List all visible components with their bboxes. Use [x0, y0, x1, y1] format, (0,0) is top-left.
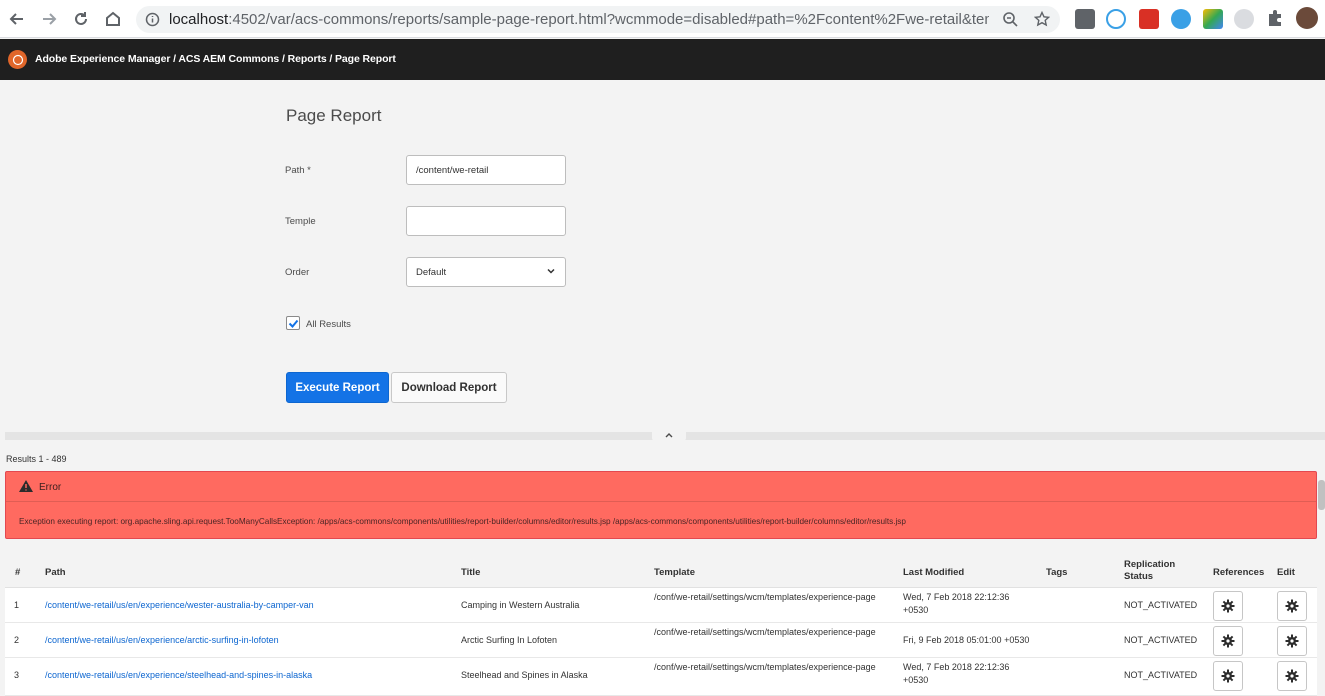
references-button[interactable] [1213, 591, 1243, 621]
checkmark-icon [288, 319, 298, 328]
gear-icon [1285, 634, 1299, 648]
url-text[interactable]: localhost:4502/var/acs-commons/reports/s… [169, 11, 989, 28]
row-num: 2 [14, 635, 20, 645]
path-input-value: /content/we-retail [416, 165, 489, 176]
aem-header: Adobe Experience Manager / ACS AEM Commo… [0, 39, 1325, 80]
execute-report-button[interactable]: Execute Report [286, 372, 389, 403]
row-template: /conf/we-retail/settings/wcm/templates/e… [654, 592, 876, 602]
chevron-up-icon [665, 432, 673, 437]
breadcrumb[interactable]: Adobe Experience Manager / ACS AEM Commo… [35, 53, 396, 65]
gear-icon [1285, 599, 1299, 613]
row-status: NOT_ACTIVATED [1124, 670, 1198, 680]
info-icon[interactable] [145, 12, 160, 32]
row-last-modified: Wed, 7 Feb 2018 22:12:36 +0530 [903, 592, 1010, 615]
all-results-label[interactable]: All Results [306, 319, 351, 330]
browser-toolbar: localhost:4502/var/acs-commons/reports/s… [0, 0, 1325, 38]
row-template: /conf/we-retail/settings/wcm/templates/e… [654, 627, 876, 637]
all-results-checkbox[interactable] [286, 316, 300, 330]
gear-icon [1285, 669, 1299, 683]
collapse-handle[interactable] [652, 428, 686, 441]
gear-icon [1221, 669, 1235, 683]
row-num: 3 [14, 670, 20, 680]
row-last-modified: Fri, 9 Feb 2018 05:01:00 +0530 [903, 635, 1030, 645]
zoom-icon[interactable] [1002, 11, 1018, 32]
extension-bug-icon[interactable] [1171, 9, 1191, 29]
extension-s-icon[interactable] [1075, 9, 1095, 29]
error-title: Error [39, 482, 62, 493]
header-template[interactable]: Template [654, 567, 695, 578]
scrollbar-thumb[interactable] [1318, 480, 1325, 510]
bookmark-star-icon[interactable] [1033, 10, 1051, 32]
references-button[interactable] [1213, 661, 1243, 691]
row-path-link[interactable]: /content/we-retail/us/en/experience/west… [45, 600, 314, 610]
row-path-link[interactable]: /content/we-retail/us/en/experience/stee… [45, 670, 312, 680]
header-replication-status[interactable]: Replication Status [1124, 559, 1194, 583]
profile-avatar[interactable] [1296, 7, 1318, 29]
row-template: /conf/we-retail/settings/wcm/templates/e… [654, 662, 876, 672]
header-path[interactable]: Path [45, 567, 66, 578]
extension-search-icon[interactable] [1106, 9, 1126, 29]
row-last-modified: Wed, 7 Feb 2018 22:12:36 +0530 [903, 662, 1010, 685]
header-num: # [15, 567, 21, 578]
row-title: Steelhead and Spines in Alaska [461, 670, 588, 680]
order-select-value: Default [416, 266, 447, 278]
row-status: NOT_ACTIVATED [1124, 635, 1198, 645]
header-references: References [1213, 567, 1265, 578]
error-alert: Error Exception executing report: org.ap… [5, 471, 1317, 539]
order-label: Order [285, 267, 310, 278]
row-path-link[interactable]: /content/we-retail/us/en/experience/arct… [45, 635, 279, 645]
references-button[interactable] [1213, 626, 1243, 656]
row-title: Arctic Surfing In Lofoten [461, 635, 558, 645]
extension-drive-icon[interactable] [1203, 9, 1223, 29]
template-label: Temple [285, 216, 316, 227]
path-input[interactable]: /content/we-retail [406, 155, 566, 185]
forward-icon[interactable] [38, 8, 60, 30]
order-select[interactable]: Default [406, 257, 566, 287]
edit-button[interactable] [1277, 591, 1307, 621]
download-report-button[interactable]: Download Report [391, 372, 507, 403]
edit-button[interactable] [1277, 626, 1307, 656]
gear-icon [1221, 634, 1235, 648]
header-last-modified[interactable]: Last Modified [903, 567, 964, 578]
template-input[interactable] [406, 206, 566, 236]
header-tags[interactable]: Tags [1046, 567, 1067, 578]
address-bar[interactable]: localhost:4502/var/acs-commons/reports/s… [136, 6, 1060, 33]
extension-red-icon[interactable] [1139, 9, 1159, 29]
header-edit: Edit [1277, 567, 1295, 578]
table-row: 2 /content/we-retail/us/en/experience/ar… [5, 623, 1317, 658]
error-message: Exception executing report: org.apache.s… [19, 517, 906, 526]
back-icon[interactable] [6, 8, 28, 30]
results-count: Results 1 - 489 [6, 454, 67, 464]
edit-button[interactable] [1277, 661, 1307, 691]
extensions-puzzle-icon[interactable] [1266, 9, 1286, 29]
error-header: Error [6, 472, 1316, 502]
extension-bike-icon[interactable] [1234, 9, 1254, 29]
table-header: # Path Title Template Last Modified Tags… [5, 556, 1317, 588]
reload-icon[interactable] [70, 8, 92, 30]
table-row: 1 /content/we-retail/us/en/experience/we… [5, 588, 1317, 623]
chevron-down-icon [546, 266, 556, 279]
path-label: Path * [285, 165, 311, 176]
row-num: 1 [14, 600, 20, 610]
row-status: NOT_ACTIVATED [1124, 600, 1198, 610]
page-title: Page Report [286, 106, 382, 125]
home-icon[interactable] [102, 8, 124, 30]
row-title: Camping in Western Australia [461, 600, 580, 610]
table-row: 3 /content/we-retail/us/en/experience/st… [5, 658, 1317, 696]
header-title[interactable]: Title [461, 567, 480, 578]
aem-logo-icon[interactable] [8, 50, 27, 69]
alert-triangle-icon [18, 479, 34, 498]
gear-icon [1221, 599, 1235, 613]
